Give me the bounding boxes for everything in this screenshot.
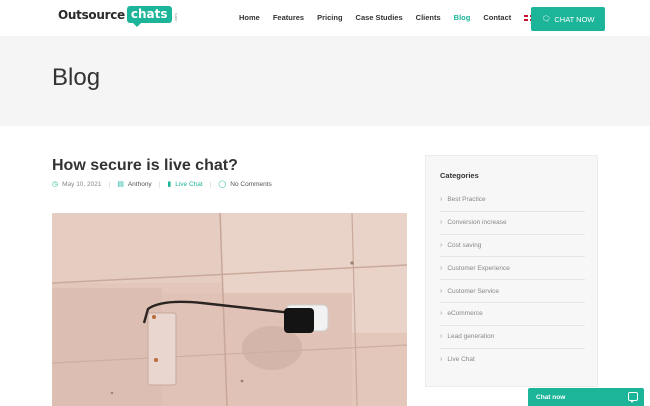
nav-item-pricing[interactable]: Pricing xyxy=(317,13,342,22)
post-meta: ◷ May 10, 2021 | ▤ Anthony | ▮ Live Chat… xyxy=(52,180,279,189)
comment-icon: ◯ xyxy=(218,181,227,188)
nav-item-clients[interactable]: Clients xyxy=(416,13,441,22)
page: Outsource chats .com Home Features Prici… xyxy=(0,0,650,406)
chat-icon xyxy=(628,392,638,403)
chat-bubble-icon: 🗨 xyxy=(541,16,551,23)
category-item[interactable]: › Customer Service xyxy=(440,280,585,303)
post-author-link[interactable]: Anthony xyxy=(128,181,152,188)
category-item[interactable]: › Best Practice xyxy=(440,189,585,212)
category-item[interactable]: › Cost saving xyxy=(440,235,585,258)
nav-item-home[interactable]: Home xyxy=(239,13,260,22)
chevron-right-icon: › xyxy=(440,310,443,318)
category-item[interactable]: › Lead generation xyxy=(440,326,585,349)
chat-now-label: CHAT NOW xyxy=(554,14,595,24)
chevron-right-icon: › xyxy=(440,264,443,272)
post-category[interactable]: ▮ Live Chat xyxy=(167,180,202,189)
logo-tld: .com xyxy=(172,12,178,22)
category-label: Cost saving xyxy=(447,241,482,249)
category-label: Best Practice xyxy=(447,196,486,204)
chevron-right-icon: › xyxy=(440,287,443,295)
featured-image[interactable] xyxy=(52,213,407,406)
post-comments-link[interactable]: No Comments xyxy=(230,181,272,188)
folder-icon: ▮ xyxy=(167,181,172,188)
site-header: Outsource chats .com Home Features Prici… xyxy=(0,0,650,36)
category-item[interactable]: › Live Chat xyxy=(440,349,585,372)
chevron-right-icon: › xyxy=(440,356,443,364)
nav-item-blog[interactable]: Blog xyxy=(454,13,471,22)
author-card-icon: ▤ xyxy=(117,181,124,188)
main-nav: Home Features Pricing Case Studies Clien… xyxy=(239,13,539,22)
categories-widget: Categories › Best Practice › Conversion in… xyxy=(425,155,598,387)
chat-widget-button[interactable]: Chat now xyxy=(528,388,644,406)
security-camera-image xyxy=(52,213,407,406)
nav-item-contact[interactable]: Contact xyxy=(483,13,511,22)
post-title[interactable]: How secure is live chat? xyxy=(52,157,238,175)
chat-now-button[interactable]: 🗨 CHAT NOW xyxy=(531,7,605,31)
clock-icon: ◷ xyxy=(52,181,59,188)
category-label: Conversion increase xyxy=(447,219,507,227)
post-comments[interactable]: ◯ No Comments xyxy=(218,180,272,189)
category-item[interactable]: › Conversion increase xyxy=(440,212,585,235)
categories-title: Categories xyxy=(440,171,479,180)
category-item[interactable]: › Customer Experience xyxy=(440,257,585,281)
category-label: eCommerce xyxy=(447,310,483,318)
category-label: Customer Service xyxy=(447,287,499,295)
post-date-text: May 10, 2021 xyxy=(62,180,102,188)
categories-list: › Best Practice › Conversion increase › Cos… xyxy=(440,189,585,371)
meta-divider: | xyxy=(158,180,161,188)
page-title: Blog xyxy=(52,64,101,91)
chevron-right-icon: › xyxy=(440,219,443,227)
nav-item-features[interactable]: Features xyxy=(273,13,304,22)
post-date: ◷ May 10, 2021 xyxy=(52,180,102,189)
chevron-right-icon: › xyxy=(440,241,443,249)
category-item[interactable]: › eCommerce xyxy=(440,303,585,326)
logo-text: Outsource xyxy=(58,7,125,22)
chevron-right-icon: › xyxy=(440,196,443,204)
post-author[interactable]: ▤ Anthony xyxy=(117,180,152,189)
category-label: Live Chat xyxy=(447,356,475,364)
chevron-right-icon: › xyxy=(440,333,443,341)
logo-bubble: chats xyxy=(126,6,172,27)
category-label: Lead generation xyxy=(447,333,495,341)
nav-item-case-studies[interactable]: Case Studies xyxy=(356,13,403,22)
site-logo[interactable]: Outsource chats .com xyxy=(58,6,178,27)
chat-widget-label: Chat now xyxy=(536,393,566,401)
category-label: Customer Experience xyxy=(447,264,510,272)
meta-divider: | xyxy=(108,180,111,188)
meta-divider: | xyxy=(209,180,212,188)
post-category-link[interactable]: Live Chat xyxy=(175,181,202,188)
